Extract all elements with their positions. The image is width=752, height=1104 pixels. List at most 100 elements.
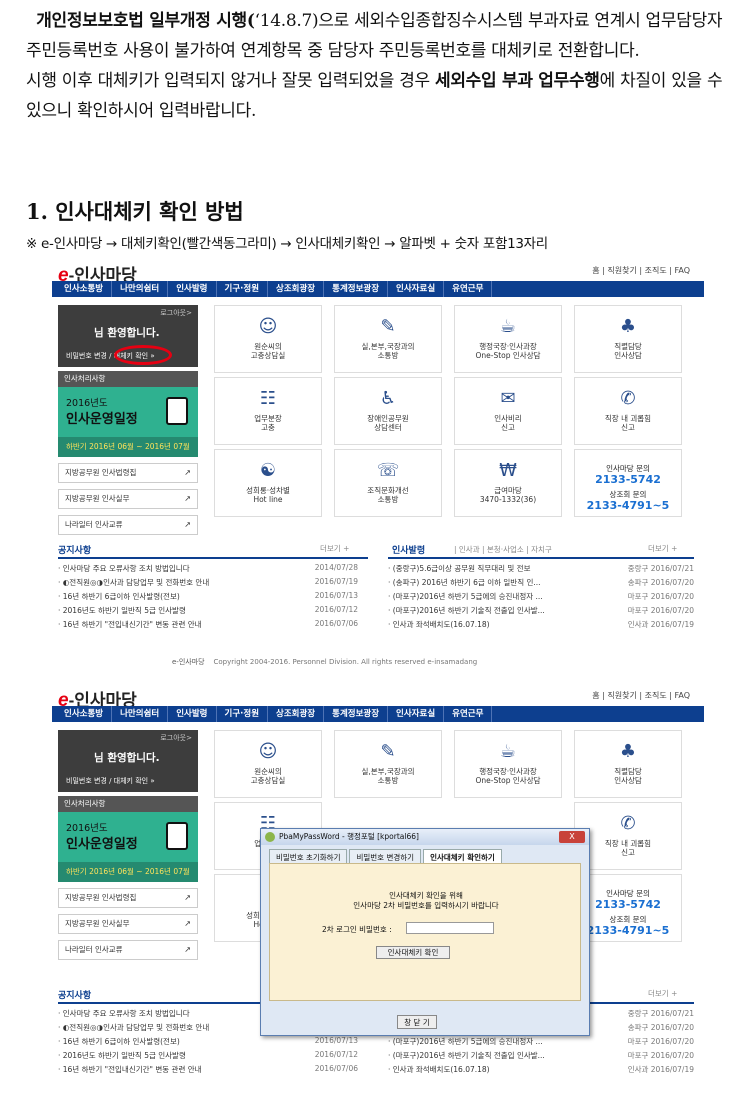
tile-label: 고충상담실	[250, 776, 286, 785]
left-link[interactable]: 나라일터 인사교류	[58, 515, 198, 535]
nav-item[interactable]: 인사발령	[168, 706, 217, 722]
intro-date: ‘14.8.7)	[254, 11, 319, 31]
folder-icon: ✉	[500, 388, 516, 409]
notice-title[interactable]: 공지사항	[58, 988, 91, 1001]
posting-row[interactable]: · 인사과 좌석배치도(16.07.18) 인사과 2016/07/19	[388, 1064, 694, 1076]
left-link[interactable]: 지방공무원 인사실무	[58, 914, 198, 934]
password-label: 2차 로그인 비밀번호 :	[322, 925, 392, 934]
tile-label: 인사비리	[494, 414, 522, 423]
chat-icon: ✎	[380, 741, 396, 762]
notice-row[interactable]: · 16년 하반기 6급이하 인사발령(전보) 2016/07/13	[58, 591, 368, 603]
close-button[interactable]: 창 닫 기	[397, 1015, 437, 1029]
notice-row[interactable]: · ◐전직원◎◑인사과 담당업무 및 전화번호 안내 2016/07/19	[58, 577, 368, 589]
posting-row[interactable]: · (마포구)2016년 하반기 기술직 전출입 인사발... 마포구 2016/…	[388, 605, 694, 617]
tile[interactable]: ₩ 급여마당 3470-1332(36)	[454, 449, 562, 517]
nav-item[interactable]: 통계정보광장	[324, 281, 389, 297]
tile[interactable]: ♣ 직렬담당 인사상담	[574, 730, 682, 798]
notice-row[interactable]: · 16년 하반기 6급이하 인사발령(전보) 2016/07/13	[58, 1036, 368, 1048]
tile[interactable]: ✆ 직장 내 괴롭힘 신고	[574, 802, 682, 870]
nav-item[interactable]: 인사자료실	[388, 281, 445, 297]
nav-item[interactable]: 상조회광장	[268, 281, 325, 297]
left-link[interactable]: 지방공무원 인사법령집	[58, 888, 198, 908]
left-link[interactable]: 지방공무원 인사법령집	[58, 463, 198, 483]
tile[interactable]: ☺ 원순씨의 고충상담실	[214, 730, 322, 798]
notice-text: · ◐전직원◎◑인사과 담당업무 및 전화번호 안내	[58, 1023, 210, 1032]
tile[interactable]: ☺ 원순씨의 고충상담실	[214, 305, 322, 373]
posting-more[interactable]: 더보기 +	[648, 988, 677, 999]
dialog-titlebar[interactable]: PbaMyPassWord - 행정포털 [kportal66]	[261, 829, 589, 845]
person-icon: ☺	[258, 316, 278, 337]
notice-date: 2016/07/13	[314, 591, 358, 600]
hr-big: 인사운영일정	[66, 412, 138, 427]
password-key-links[interactable]: 비밀번호 변경 / 대체키 확인 »	[66, 776, 155, 786]
hr-schedule-banner[interactable]: 인사처리사항 2016년도 인사운영일정 하반기 2016년 06월 ~ 201…	[58, 371, 198, 457]
nav-item[interactable]: 상조회광장	[268, 706, 325, 722]
posting-row[interactable]: · 인사과 좌석배치도(16.07.18) 인사과 2016/07/19	[388, 619, 694, 631]
login-box: 로그아웃> 님 환영합니다. 비밀번호 변경 / 대체키 확인 »	[58, 730, 198, 792]
tile[interactable]: ☯ 성희롱·성차별Hot line	[214, 449, 322, 517]
close-icon[interactable]: X	[559, 831, 585, 843]
posting-text: · (마포구)2016년 하반기 기술직 전출입 인사발...	[388, 606, 545, 615]
logout-link[interactable]: 로그아웃>	[160, 733, 192, 743]
left-link[interactable]: 지방공무원 인사실무	[58, 489, 198, 509]
nav-item[interactable]: 기구·정원	[217, 706, 269, 722]
posting-row[interactable]: · (마포구)2016년 하반기 5급에의 승진내정자 ... 마포구 2016/…	[388, 1036, 694, 1048]
tile-label: Hot line	[253, 495, 283, 504]
tile-label: 행정국장·인사과장	[479, 342, 537, 351]
top-links[interactable]: 홈 | 직원찾기 | 조직도 | FAQ	[592, 690, 690, 701]
nav-item[interactable]: 인사자료실	[388, 706, 445, 722]
notice-date: 2016/07/13	[314, 1036, 358, 1045]
notice-row[interactable]: · 16년 하반기 "전입내신기간" 변동 관련 안내 2016/07/06	[58, 619, 368, 631]
tile[interactable]: ☷ 업무분장고충	[214, 377, 322, 445]
posting-tabs[interactable]: | 인사과 | 본청·사업소 | 자치구	[454, 544, 552, 555]
posting-date: 중랑구 2016/07/21	[627, 564, 694, 573]
left-link[interactable]: 나라일터 인사교류	[58, 940, 198, 960]
copyright: e-인사마당 Copyright 2004-2016. Personnel Di…	[172, 657, 477, 667]
tile[interactable]: ✎ 실,본부,국장과의 소통방	[334, 305, 442, 373]
posting-title[interactable]: 인사발령	[392, 543, 425, 556]
tile[interactable]: ☏ 조직문화개선 소통방	[334, 449, 442, 517]
contact-phone: 2133-4791~5	[586, 499, 670, 512]
cup-icon: ☕	[499, 741, 517, 762]
notice-row[interactable]: · 인사마당 주요 오류사항 조치 방법입니다 2014/07/28	[58, 563, 368, 575]
tile[interactable]: ♣ 직렬담당 인사상담	[574, 305, 682, 373]
notice-more[interactable]: 더보기 +	[320, 543, 349, 554]
tile[interactable]: ✉ 인사비리 신고	[454, 377, 562, 445]
notice-row[interactable]: · 16년 하반기 "전입내신기간" 변동 관련 안내 2016/07/06	[58, 1064, 368, 1076]
tile[interactable]: ✎ 실,본부,국장과의 소통방	[334, 730, 442, 798]
nav-item[interactable]: 유연근무	[444, 706, 493, 722]
posting-row[interactable]: · (송파구) 2016년 하반기 6급 이하 일반직 인... 송파구 2016…	[388, 577, 694, 589]
tile[interactable]: ☕ 행정국장·인사과장 One-Stop 인사상담	[454, 730, 562, 798]
posting-row[interactable]: · (중랑구)5.6급이상 공무원 직무대리 및 전보 중랑구 2016/07/2…	[388, 563, 694, 575]
posting-row[interactable]: · (마포구)2016년 하반기 기술직 전출입 인사발... 마포구 2016/…	[388, 1050, 694, 1062]
wheelchair-icon: ♿	[379, 388, 397, 409]
nav-item[interactable]: 통계정보광장	[324, 706, 389, 722]
notice-row[interactable]: · 2016년도 하반기 일반직 5급 인사발령 2016/07/12	[58, 605, 368, 617]
nav-item[interactable]: 나만의쉼터	[112, 706, 169, 722]
posting-row[interactable]: · (마포구)2016년 하반기 5급에의 승진내정자 ... 마포구 2016/…	[388, 591, 694, 603]
tile[interactable]: ✆ 직장 내 괴롭힘 신고	[574, 377, 682, 445]
copyright-text: Copyright 2004-2016. Personnel Division.…	[213, 658, 478, 666]
hr-dates: 하반기 2016년 06월 ~ 2016년 07월	[58, 862, 198, 882]
nav-item[interactable]: 나만의쉼터	[112, 281, 169, 297]
notice-title[interactable]: 공지사항	[58, 543, 91, 556]
tile-label: 급여마당	[494, 486, 522, 495]
tile-label: 소통방	[377, 495, 399, 504]
password-input[interactable]	[406, 922, 494, 934]
people-icon: ♣	[619, 741, 637, 762]
nav-item[interactable]: 인사소통방	[56, 281, 113, 297]
nav-item[interactable]: 인사소통방	[56, 706, 113, 722]
notice-date: 2016/07/12	[314, 1050, 358, 1059]
hr-schedule-banner[interactable]: 인사처리사항 2016년도 인사운영일정 하반기 2016년 06월 ~ 201…	[58, 796, 198, 882]
tile[interactable]: ☕ 행정국장·인사과장 One-Stop 인사상담	[454, 305, 562, 373]
check-key-button[interactable]: 인사대체키 확인	[376, 946, 450, 959]
tile[interactable]: ♿ 장애인공무원 상담센터	[334, 377, 442, 445]
notice-row[interactable]: · 2016년도 하반기 일반직 5급 인사발령 2016/07/12	[58, 1050, 368, 1062]
posting-more[interactable]: 더보기 +	[648, 543, 677, 554]
logout-link[interactable]: 로그아웃>	[160, 308, 192, 318]
tile-label: 직렬담당	[614, 767, 642, 776]
nav-item[interactable]: 기구·정원	[217, 281, 269, 297]
top-links[interactable]: 홈 | 직원찾기 | 조직도 | FAQ	[592, 265, 690, 276]
nav-item[interactable]: 유연근무	[444, 281, 493, 297]
nav-item[interactable]: 인사발령	[168, 281, 217, 297]
